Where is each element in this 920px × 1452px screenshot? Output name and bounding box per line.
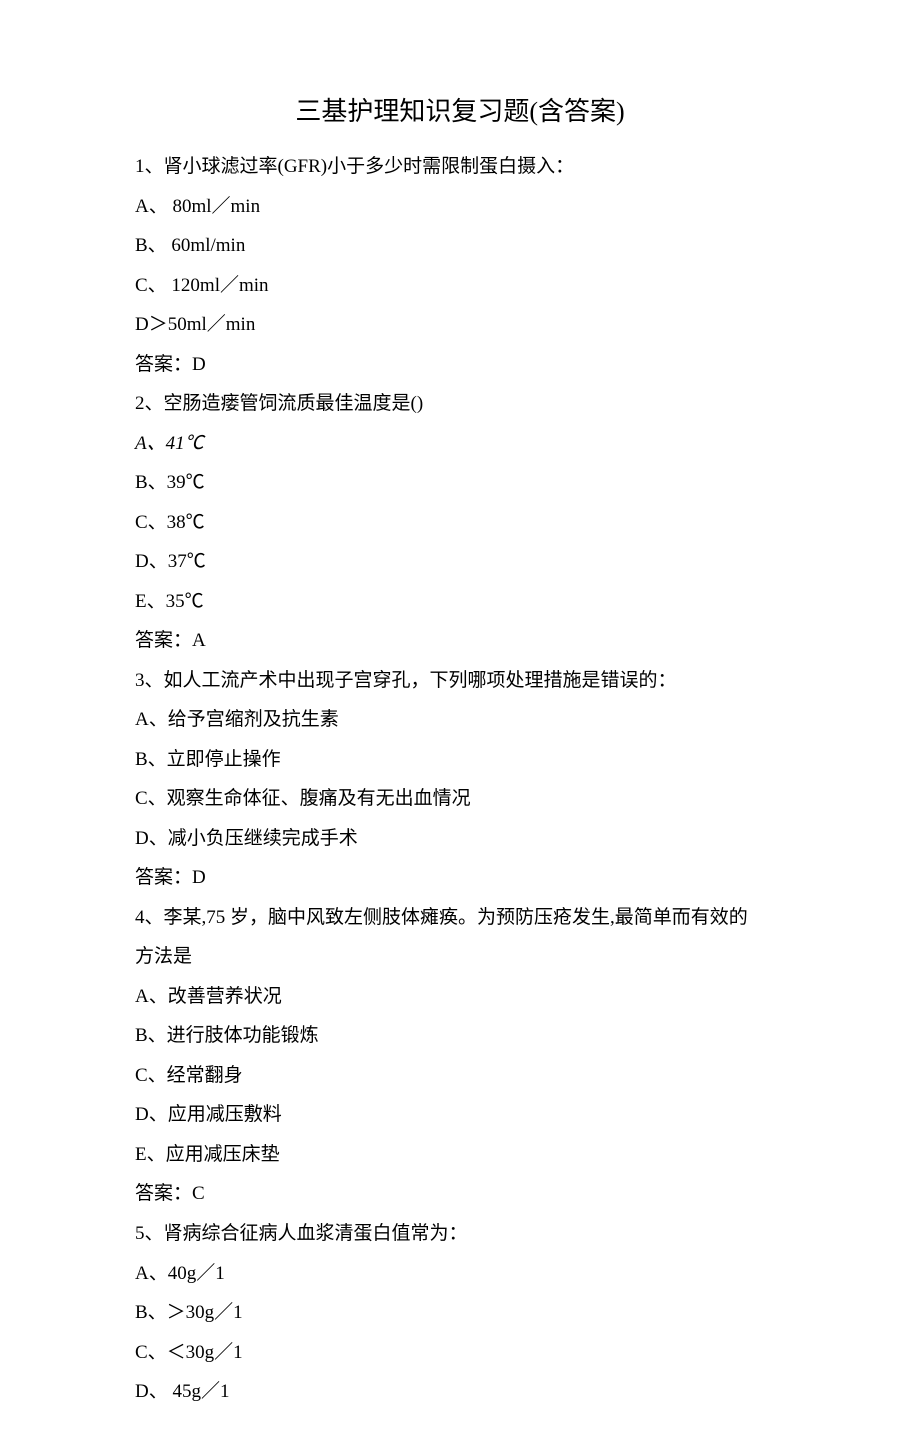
q3-option-a: A、给予宫缩剂及抗生素 — [135, 700, 825, 740]
q3-stem: 3、如人工流产术中出现子宫穿孔，下列哪项处理措施是错误的： — [135, 661, 825, 701]
q3-option-c: C、观察生命体征、腹痛及有无出血情况 — [135, 779, 825, 819]
q2-a-text: A、41℃ — [135, 433, 204, 454]
page-title: 三基护理知识复习题(含答案) — [95, 85, 825, 139]
q4-stem-line2: 方法是 — [135, 937, 825, 977]
q1-stem: 1、肾小球滤过率(GFR)小于多少时需限制蛋白摄入： — [135, 147, 825, 187]
q4-answer: 答案：C — [135, 1174, 825, 1214]
q1-option-d: D＞50ml／min — [135, 305, 825, 345]
q5-option-d: D、 45g／1 — [135, 1372, 825, 1412]
q2-stem: 2、空肠造瘘管饲流质最佳温度是() — [135, 384, 825, 424]
q4-option-d: D、应用减压敷料 — [135, 1095, 825, 1135]
q3-option-d: D、减小负压继续完成手术 — [135, 819, 825, 859]
q4-stem-line1: 4、李某,75 岁，脑中风致左侧肢体瘫痪。为预防压疮发生,最简单而有效的 — [135, 898, 825, 938]
q4-option-c: C、经常翻身 — [135, 1056, 825, 1096]
q2-answer: 答案：A — [135, 621, 825, 661]
q1-answer: 答案：D — [135, 345, 825, 385]
q1-option-a: A、 80ml／min — [135, 187, 825, 227]
q4-option-a: A、改善营养状况 — [135, 977, 825, 1017]
q2-option-c: C、38℃ — [135, 503, 825, 543]
q2-option-d: D、37℃ — [135, 542, 825, 582]
q3-answer: 答案：D — [135, 858, 825, 898]
q1-option-b: B、 60ml/min — [135, 226, 825, 266]
document-content: 1、肾小球滤过率(GFR)小于多少时需限制蛋白摄入： A、 80ml／min B… — [95, 147, 825, 1412]
q2-option-e: E、35℃ — [135, 582, 825, 622]
q3-option-b: B、立即停止操作 — [135, 740, 825, 780]
q5-stem: 5、肾病综合征病人血浆清蛋白值常为： — [135, 1214, 825, 1254]
q4-option-e: E、应用减压床垫 — [135, 1135, 825, 1175]
q2-option-b: B、39℃ — [135, 463, 825, 503]
q2-option-a: A、41℃ — [135, 424, 825, 464]
q1-option-c: C、 120ml／min — [135, 266, 825, 306]
q5-option-b: B、＞30g／1 — [135, 1293, 825, 1333]
q4-option-b: B、进行肢体功能锻炼 — [135, 1016, 825, 1056]
q5-option-c: C、＜30g／1 — [135, 1333, 825, 1373]
q5-option-a: A、40g／1 — [135, 1254, 825, 1294]
